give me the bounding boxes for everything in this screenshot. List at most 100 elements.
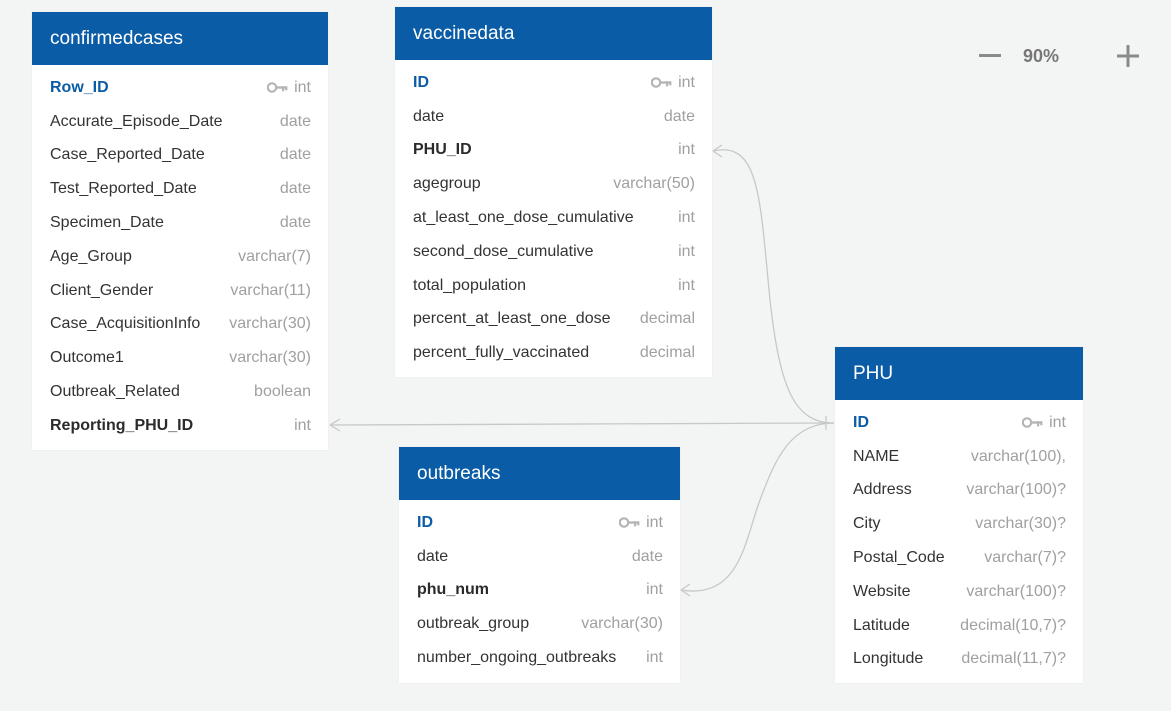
table-row[interactable]: Client_Gender varchar(11) <box>32 274 328 308</box>
column-name: number_ongoing_outbreaks <box>417 649 617 667</box>
column-type: varchar(11) <box>230 281 311 299</box>
column-name: Test_Reported_Date <box>50 180 197 198</box>
column-name: Case_AcquisitionInfo <box>50 315 201 333</box>
key-icon <box>619 517 640 529</box>
table-row[interactable]: NAME varchar(100), <box>835 440 1083 474</box>
column-type-cell: int <box>678 243 695 261</box>
relationship-confirmedcases-phu[interactable] <box>329 418 835 432</box>
column-type: int <box>678 73 695 91</box>
column-type: boolean <box>254 383 311 401</box>
column-name: Age_Group <box>50 247 132 265</box>
relationship-vaccinedata-phu[interactable] <box>712 144 835 424</box>
relationship-outbreaks-phu[interactable] <box>680 422 835 597</box>
table-vaccinedata[interactable]: vaccinedata ID int date date PHU_ID int agegro… <box>395 7 712 377</box>
column-type-cell: date <box>280 113 311 131</box>
table-row[interactable]: Reporting_PHU_ID int <box>32 409 328 443</box>
diagram-canvas[interactable]: confirmedcases Row_ID int Accurate_Episode… <box>0 0 1171 711</box>
column-type-cell: varchar(7) <box>238 248 311 266</box>
column-type: date <box>279 214 311 232</box>
column-type-cell: varchar(30) <box>229 315 311 333</box>
column-type-cell: decimal <box>640 344 695 362</box>
table-row[interactable]: Address varchar(100)? <box>835 474 1083 508</box>
column-type-cell: int <box>678 209 695 227</box>
column-list: ID int NAME varchar(100), Address varchar(100… <box>835 400 1083 676</box>
table-row[interactable]: City varchar(30)? <box>835 507 1083 541</box>
table-row[interactable]: Outcome1 varchar(30) <box>32 341 328 375</box>
column-type: varchar(30)? <box>975 515 1066 533</box>
column-type: decimal <box>639 344 695 362</box>
column-type-cell: varchar(50) <box>613 175 695 193</box>
table-row[interactable]: agegroup varchar(50) <box>395 167 712 201</box>
column-type: decimal(10,7)? <box>960 616 1066 634</box>
table-row[interactable]: PHU_ID int <box>395 134 712 168</box>
column-name: ID <box>417 513 433 531</box>
table-row[interactable]: total_population int <box>395 269 712 303</box>
table-header[interactable]: vaccinedata <box>395 7 712 60</box>
column-type: varchar(30) <box>229 349 311 367</box>
table-header[interactable]: confirmedcases <box>32 12 328 65</box>
table-row[interactable]: Longitude decimal(11,7)? <box>835 643 1083 677</box>
column-type: date <box>279 112 311 130</box>
column-name: Outbreak_Related <box>50 383 180 401</box>
table-row[interactable]: Outbreak_Related boolean <box>32 375 328 409</box>
column-name: NAME <box>853 447 900 465</box>
table-row[interactable]: ID int <box>395 66 712 100</box>
column-type: int <box>678 209 695 227</box>
column-type: varchar(30) <box>229 315 311 333</box>
column-type-cell: varchar(30)? <box>975 515 1066 533</box>
table-title: vaccinedata <box>413 22 515 44</box>
table-row[interactable]: date date <box>395 100 712 134</box>
table-row[interactable]: Test_Reported_Date date <box>32 172 328 206</box>
column-name: Latitude <box>853 616 910 634</box>
table-row[interactable]: Postal_Code varchar(7)? <box>835 541 1083 575</box>
column-name: City <box>853 515 881 533</box>
table-phu[interactable]: PHU ID int NAME varchar(100), Address varchar… <box>835 347 1083 683</box>
table-row[interactable]: Latitude decimal(10,7)? <box>835 609 1083 643</box>
column-name: ID <box>853 413 869 431</box>
table-row[interactable]: ID int <box>835 406 1083 440</box>
column-type: date <box>279 180 311 198</box>
column-name: second_dose_cumulative <box>413 242 594 260</box>
table-row[interactable]: Website varchar(100)? <box>835 575 1083 609</box>
column-type-cell: decimal <box>640 310 695 328</box>
column-type: int <box>646 649 663 667</box>
table-row[interactable]: number_ongoing_outbreaks int <box>399 641 680 675</box>
table-row[interactable]: percent_fully_vaccinated decimal <box>395 336 712 370</box>
table-row[interactable]: Case_Reported_Date date <box>32 139 328 173</box>
table-header[interactable]: outbreaks <box>399 447 680 500</box>
table-row[interactable]: phu_num int <box>399 574 680 608</box>
table-row[interactable]: Specimen_Date date <box>32 206 328 240</box>
column-type-cell: int <box>678 277 695 295</box>
column-type: date <box>663 107 695 125</box>
column-type-cell: int <box>1022 414 1066 432</box>
column-name: Client_Gender <box>50 281 154 299</box>
key-icon <box>651 77 672 89</box>
column-type: varchar(100)? <box>966 582 1066 600</box>
table-outbreaks[interactable]: outbreaks ID int date date phu_num int outbrea… <box>399 447 680 683</box>
table-row[interactable]: Accurate_Episode_Date date <box>32 105 328 139</box>
column-type-cell: date <box>632 548 663 566</box>
column-type: decimal(11,7)? <box>961 650 1066 668</box>
table-row[interactable]: second_dose_cumulative int <box>395 235 712 269</box>
column-type: varchar(50) <box>613 175 695 193</box>
table-row[interactable]: Row_ID int <box>32 71 328 105</box>
table-row[interactable]: at_least_one_dose_cumulative int <box>395 201 712 235</box>
column-type: int <box>294 78 311 96</box>
table-row[interactable]: Age_Group varchar(7) <box>32 240 328 274</box>
column-type-cell: date <box>280 180 311 198</box>
table-row[interactable]: percent_at_least_one_dose decimal <box>395 303 712 337</box>
table-row[interactable]: date date <box>399 540 680 574</box>
column-type: int <box>1049 413 1066 431</box>
column-type-cell: varchar(30) <box>581 615 663 633</box>
column-type-cell: int <box>646 649 663 667</box>
table-row[interactable]: Case_AcquisitionInfo varchar(30) <box>32 308 328 342</box>
table-header[interactable]: PHU <box>835 347 1083 400</box>
column-type-cell: decimal(10,7)? <box>960 617 1066 635</box>
zoom-in-button[interactable] <box>1113 41 1143 71</box>
column-name: Specimen_Date <box>50 214 164 232</box>
zoom-out-button[interactable] <box>975 41 1005 71</box>
table-row[interactable]: ID int <box>399 506 680 540</box>
table-confirmedcases[interactable]: confirmedcases Row_ID int Accurate_Episode… <box>32 12 328 450</box>
table-row[interactable]: outbreak_group varchar(30) <box>399 607 680 641</box>
column-type-cell: boolean <box>254 383 311 401</box>
